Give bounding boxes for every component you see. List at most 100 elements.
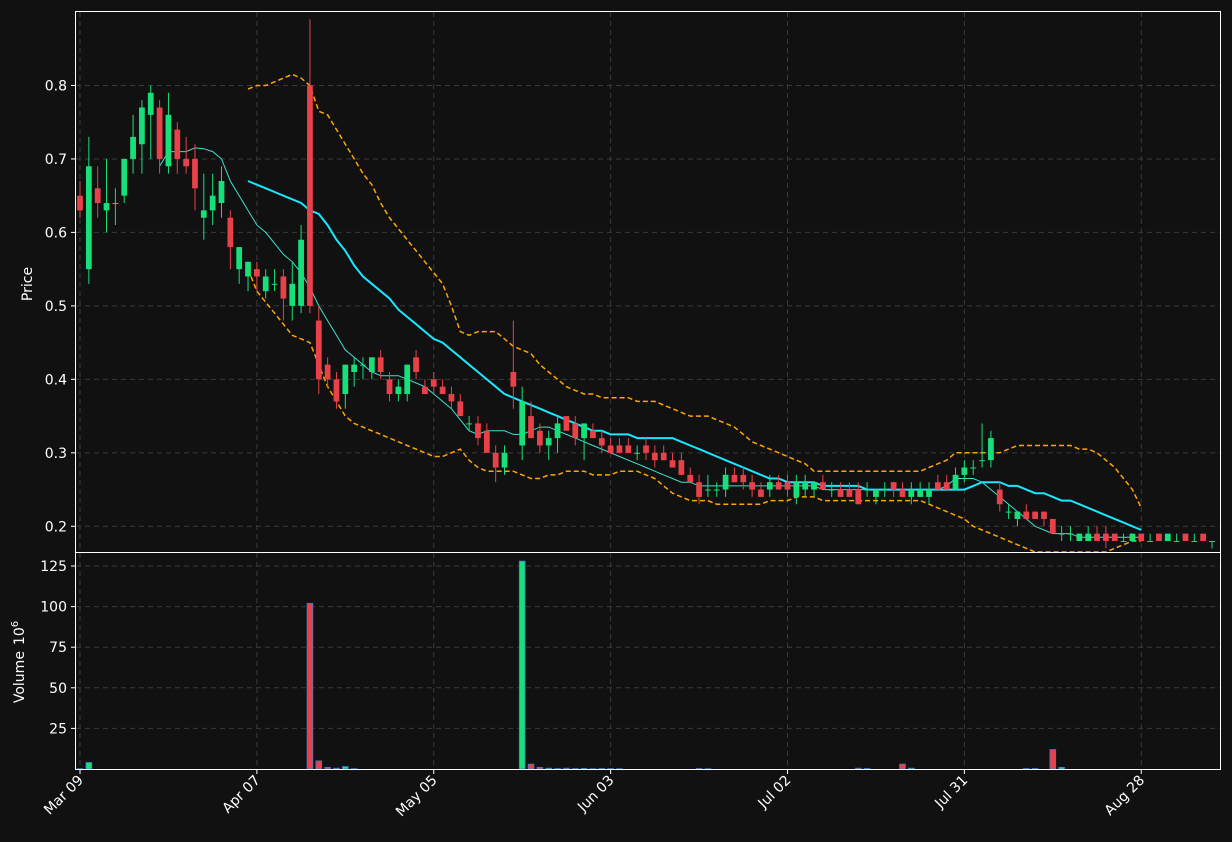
candle-body — [775, 482, 782, 490]
volume-bar — [518, 560, 526, 770]
volume-ytick-label: 25 — [49, 721, 67, 737]
candle-body — [828, 489, 835, 491]
candle-body — [448, 394, 455, 402]
candle-body — [475, 423, 481, 439]
candle-body — [386, 379, 393, 395]
price-ytick-label: 0.3 — [45, 446, 67, 462]
candle-body — [996, 489, 1003, 505]
candle-body — [713, 489, 720, 491]
volume-bar — [342, 766, 349, 770]
candle-body — [395, 386, 402, 395]
candle-body — [970, 467, 977, 469]
candle-body — [1085, 533, 1092, 541]
candle-body — [705, 489, 711, 491]
candle-body — [740, 474, 747, 483]
price-ytick-label: 0.7 — [45, 152, 67, 168]
candle-body — [1076, 533, 1083, 541]
volume-axis-exponent: 10 — [12, 627, 28, 645]
candle-body — [660, 452, 667, 461]
candle — [563, 416, 570, 431]
candle-body — [510, 372, 517, 387]
candle-body — [1164, 533, 1171, 541]
candle-body — [466, 423, 472, 425]
candle-body — [890, 482, 897, 490]
candle-body — [121, 158, 128, 196]
volume-bar — [306, 602, 314, 770]
candle — [1164, 533, 1171, 541]
candle-body — [590, 430, 596, 439]
candle-body — [696, 482, 702, 497]
candle-body — [192, 158, 198, 189]
candle-body — [1200, 533, 1207, 541]
candle-body — [94, 188, 101, 204]
candle-body — [254, 269, 260, 277]
candle-body — [262, 276, 269, 292]
candle-body — [979, 460, 985, 462]
candle-body — [917, 489, 924, 497]
candle-body — [1182, 533, 1189, 541]
candle-body — [563, 416, 570, 431]
volume-ytick-label: 125 — [40, 559, 67, 575]
candle-body — [483, 430, 490, 453]
candle-body — [1209, 540, 1215, 542]
candle-body — [820, 482, 826, 490]
candle-body — [245, 261, 251, 277]
volume-ytick-label: 75 — [49, 640, 67, 656]
candle-body — [1129, 533, 1136, 541]
candle-body — [413, 357, 419, 372]
candle-body — [1111, 533, 1118, 541]
candle-body — [784, 482, 791, 490]
candle-body — [607, 445, 614, 453]
volume-bar — [315, 760, 323, 770]
candle-body — [722, 474, 729, 490]
candle-body — [537, 430, 543, 446]
candle-body — [1041, 511, 1047, 519]
candle-body — [342, 364, 349, 395]
candle-body — [687, 474, 694, 483]
candle-body — [1173, 540, 1180, 542]
candle-body — [422, 386, 428, 395]
candle — [1049, 518, 1056, 534]
candle-body — [368, 357, 375, 372]
volume-bar — [899, 763, 906, 770]
candle-body — [165, 114, 172, 167]
candle-body — [457, 401, 464, 417]
candle-body — [758, 489, 764, 497]
candle-body — [85, 166, 92, 270]
candle-body — [846, 489, 853, 497]
candle-body — [315, 320, 322, 380]
candle-body — [1147, 540, 1153, 542]
candle-body — [598, 438, 605, 446]
candle-body — [139, 107, 145, 145]
candle-body — [1058, 533, 1065, 535]
candle — [1182, 533, 1189, 541]
candle-body — [271, 283, 278, 285]
price-ytick-label: 0.5 — [45, 299, 67, 315]
candle-body — [873, 489, 879, 497]
candle-body — [634, 452, 641, 454]
candle-body — [200, 210, 207, 218]
price-ytick-label: 0.4 — [45, 372, 67, 388]
candle-body — [952, 474, 959, 490]
candle-body — [616, 445, 623, 453]
candle-body — [864, 489, 870, 491]
candle-body — [130, 136, 136, 159]
candle-body — [218, 180, 225, 204]
price-ytick-label: 0.2 — [45, 519, 67, 535]
candle-body — [430, 379, 437, 387]
candle-body — [545, 438, 552, 446]
candle-body — [837, 489, 844, 497]
candle-body — [881, 489, 888, 491]
candle — [1200, 533, 1207, 541]
candle-body — [961, 467, 968, 475]
price-axis-title: Price — [20, 267, 36, 301]
candle-body — [926, 489, 932, 497]
volume-ytick-label: 100 — [40, 600, 67, 616]
candle-body — [492, 452, 499, 468]
candle-body — [351, 364, 358, 372]
price-ytick-label: 0.8 — [45, 78, 67, 94]
candle-body — [377, 357, 384, 372]
volume-axis-exponent-power: 6 — [10, 621, 21, 627]
candle-body — [793, 482, 800, 497]
volume-axis-title: Volume 106 — [10, 621, 28, 703]
